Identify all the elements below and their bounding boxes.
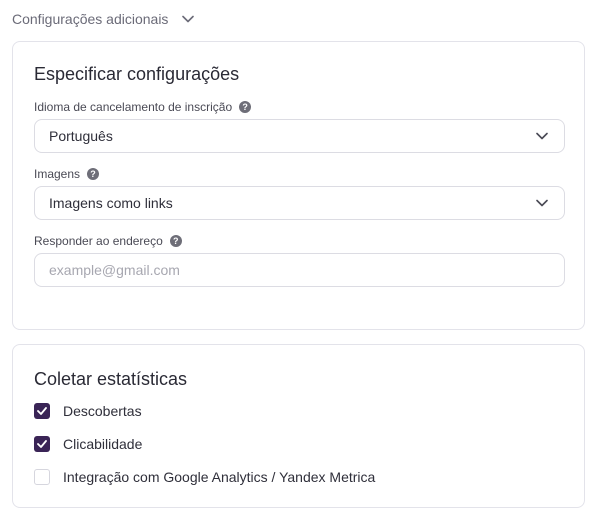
collect-statistics-title: Coletar estatísticas bbox=[34, 369, 188, 389]
images-label: Imagens ? bbox=[34, 167, 100, 181]
images-value: Imagens como links bbox=[49, 195, 173, 211]
clicks-label: Clicabilidade bbox=[63, 436, 143, 452]
reply-to-field[interactable] bbox=[34, 253, 565, 287]
specify-settings-card: Especificar configurações Idioma de canc… bbox=[12, 41, 585, 330]
additional-settings-label: Configurações adicionais bbox=[12, 11, 169, 27]
unsubscribe-language-select[interactable]: Português bbox=[34, 119, 565, 153]
unsubscribe-language-value: Português bbox=[49, 128, 113, 144]
additional-settings-toggle[interactable]: Configurações adicionais bbox=[12, 8, 196, 30]
images-select[interactable]: Imagens como links bbox=[34, 186, 565, 220]
help-icon[interactable]: ? bbox=[169, 235, 182, 247]
collect-statistics-card: Coletar estatísticas Descobertas Clicabi… bbox=[12, 344, 585, 508]
help-icon[interactable]: ? bbox=[87, 168, 100, 180]
unsubscribe-language-label-text: Idioma de cancelamento de inscrição bbox=[34, 100, 233, 114]
opens-checkbox-row[interactable]: Descobertas bbox=[34, 403, 142, 419]
opens-checkbox[interactable] bbox=[34, 403, 50, 419]
images-label-text: Imagens bbox=[34, 167, 81, 181]
clicks-checkbox-row[interactable]: Clicabilidade bbox=[34, 436, 142, 452]
help-icon[interactable]: ? bbox=[239, 101, 252, 113]
analytics-integration-checkbox-row[interactable]: Integração com Google Analytics / Yandex… bbox=[34, 469, 375, 485]
reply-to-label-text: Responder ao endereço bbox=[34, 234, 163, 248]
check-icon bbox=[37, 407, 47, 415]
chevron-down-icon bbox=[182, 12, 196, 26]
clicks-checkbox[interactable] bbox=[34, 436, 50, 452]
analytics-integration-label: Integração com Google Analytics / Yandex… bbox=[63, 469, 376, 485]
unsubscribe-language-label: Idioma de cancelamento de inscrição ? bbox=[34, 100, 252, 114]
check-icon bbox=[37, 440, 47, 448]
specify-settings-title: Especificar configurações bbox=[34, 64, 240, 84]
reply-to-input[interactable] bbox=[49, 262, 564, 278]
opens-label: Descobertas bbox=[63, 403, 142, 419]
chevron-down-icon bbox=[536, 196, 550, 210]
chevron-down-icon bbox=[536, 129, 550, 143]
reply-to-label: Responder ao endereço ? bbox=[34, 234, 182, 248]
analytics-integration-checkbox[interactable] bbox=[34, 469, 50, 485]
